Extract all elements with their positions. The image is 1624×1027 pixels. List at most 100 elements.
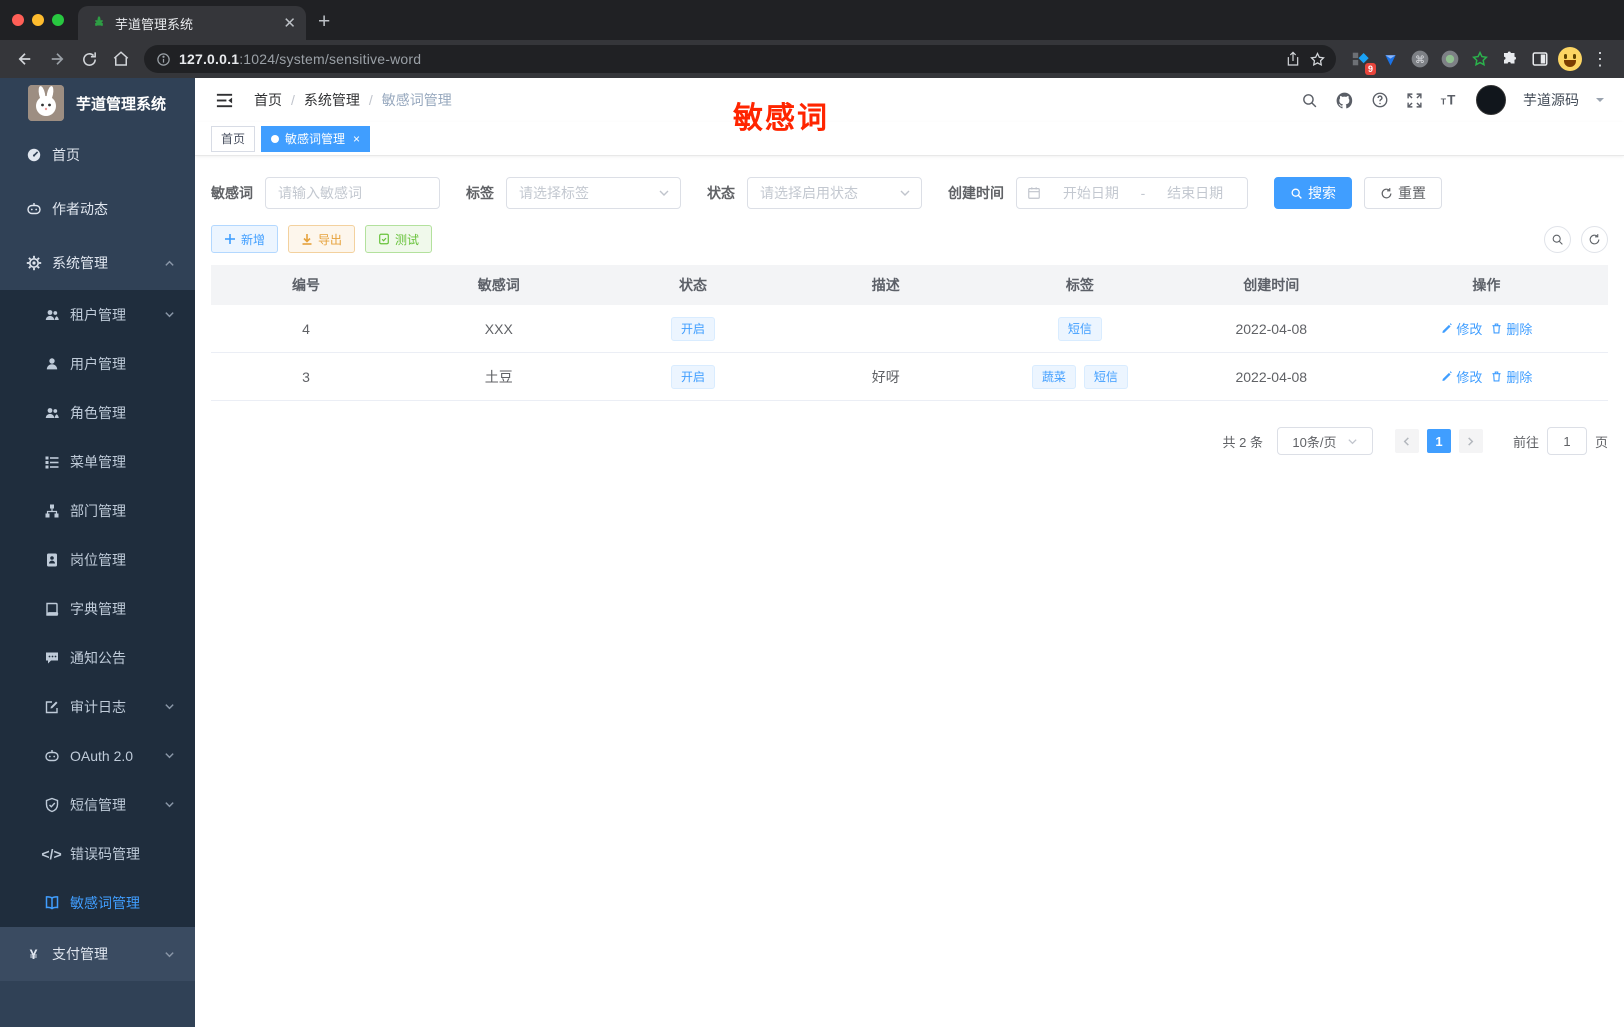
- font-size-icon[interactable]: TT: [1440, 91, 1459, 110]
- sidebar-item-user[interactable]: 用户管理: [0, 339, 195, 388]
- help-icon[interactable]: [1371, 91, 1389, 109]
- extension-command-icon[interactable]: ⌘: [1406, 45, 1434, 73]
- col-header-word: 敏感词: [477, 277, 520, 293]
- reload-icon[interactable]: [74, 44, 104, 74]
- chevron-down-icon: [1347, 436, 1358, 447]
- page-number-button[interactable]: 1: [1426, 429, 1451, 453]
- tag-select[interactable]: 请选择标签: [506, 177, 681, 209]
- add-button[interactable]: 新增: [211, 225, 279, 253]
- window-minimize-button[interactable]: [32, 14, 44, 26]
- sidebar-item-oauth[interactable]: OAuth 2.0: [0, 731, 195, 780]
- browser-tab[interactable]: 芋道管理系统 ✕: [78, 6, 306, 40]
- side-panel-icon[interactable]: [1526, 45, 1554, 73]
- red-annotation-text: 敏感词: [733, 102, 829, 135]
- sidebar-item-sms[interactable]: 短信管理: [0, 780, 195, 829]
- sidebar-item-sensitive-word[interactable]: 敏感词管理: [0, 878, 195, 927]
- sidebar-item-tenant[interactable]: 租户管理: [0, 290, 195, 339]
- breadcrumb-home[interactable]: 首页: [254, 90, 282, 110]
- sidebar-item-system-management[interactable]: 系统管理: [0, 236, 195, 290]
- chevron-up-icon: [164, 258, 175, 269]
- refresh-button[interactable]: [1581, 225, 1608, 253]
- sidebar-item-menu[interactable]: 菜单管理: [0, 437, 195, 486]
- sidebar-item-post[interactable]: 岗位管理: [0, 535, 195, 584]
- forward-icon[interactable]: [42, 44, 72, 74]
- chevron-down-icon: [164, 750, 175, 761]
- col-header-ops: 操作: [1472, 277, 1501, 293]
- show-search-button[interactable]: [1544, 225, 1571, 253]
- extension-gem-icon[interactable]: [1376, 45, 1404, 73]
- delete-link[interactable]: 删除: [1490, 319, 1532, 338]
- extension-grid-icon[interactable]: 9: [1346, 45, 1376, 75]
- sidebar-item-payment[interactable]: ¥ 支付管理: [0, 927, 195, 981]
- chevron-down-icon: [658, 187, 670, 199]
- fullscreen-icon[interactable]: [1406, 92, 1423, 109]
- share-icon[interactable]: [1285, 51, 1301, 67]
- profile-avatar[interactable]: [1556, 45, 1584, 73]
- window-zoom-button[interactable]: [52, 14, 64, 26]
- page-size-select[interactable]: 10条/页: [1276, 427, 1373, 455]
- github-icon[interactable]: [1335, 91, 1354, 110]
- sidebar-item-role[interactable]: 角色管理: [0, 388, 195, 437]
- tag-close-icon[interactable]: ×: [353, 132, 360, 146]
- username[interactable]: 芋道源码: [1523, 90, 1579, 110]
- edit-link[interactable]: 修改: [1440, 319, 1482, 338]
- delete-link[interactable]: 删除: [1490, 367, 1532, 386]
- site-info-icon[interactable]: [156, 52, 171, 67]
- date-start[interactable]: 开始日期: [1049, 183, 1133, 203]
- breadcrumb: 首页 / 系统管理 / 敏感词管理: [254, 90, 452, 110]
- svg-text:T: T: [1447, 92, 1456, 107]
- browser-menu-icon[interactable]: ⋮: [1586, 45, 1614, 73]
- date-range-picker[interactable]: 开始日期 - 结束日期: [1016, 177, 1248, 209]
- reset-button[interactable]: 重置: [1364, 177, 1442, 209]
- extension-badge: 9: [1364, 63, 1376, 75]
- goto-page-input[interactable]: [1546, 427, 1587, 455]
- search-button[interactable]: 搜索: [1274, 177, 1352, 209]
- breadcrumb-current: 敏感词管理: [381, 92, 452, 108]
- next-page-button[interactable]: [1458, 429, 1483, 453]
- export-button[interactable]: 导出: [288, 225, 356, 253]
- emoji-avatar-icon: [1558, 47, 1582, 71]
- cell-tags: 蔬菜 短信: [982, 364, 1178, 389]
- users-icon: [43, 306, 60, 323]
- chevron-down-icon: [164, 799, 175, 810]
- url-bar[interactable]: 127.0.0.1:1024/system/sensitive-word: [144, 45, 1336, 73]
- home-icon[interactable]: [106, 44, 136, 74]
- bookmark-star-icon[interactable]: [1309, 51, 1326, 68]
- sidebar-item-audit-log[interactable]: 审计日志: [0, 682, 195, 731]
- window-close-button[interactable]: [12, 14, 24, 26]
- keyword-input[interactable]: [265, 177, 440, 209]
- extension-record-icon[interactable]: [1436, 45, 1464, 73]
- back-icon[interactable]: [10, 44, 40, 74]
- status-select[interactable]: 请选择启用状态: [747, 177, 922, 209]
- sidebar-item-dict[interactable]: 字典管理: [0, 584, 195, 633]
- header-actions: TT 芋道源码: [1301, 85, 1604, 115]
- breadcrumb-system[interactable]: 系统管理: [304, 90, 360, 110]
- speech-bubble-icon: [43, 649, 60, 666]
- sidebar-item-department[interactable]: 部门管理: [0, 486, 195, 535]
- table-row: 3 土豆 开启 好呀 蔬菜 短信 2022-04-08 修改 删除: [211, 353, 1608, 401]
- date-end[interactable]: 结束日期: [1153, 183, 1237, 203]
- user-menu-caret-icon[interactable]: [1596, 98, 1604, 106]
- search-icon[interactable]: [1301, 92, 1318, 109]
- extension-star-icon[interactable]: [1466, 45, 1494, 73]
- table-row: 4 XXX 开启 短信 2022-04-08 修改 删除: [211, 305, 1608, 353]
- extensions-puzzle-icon[interactable]: [1496, 45, 1524, 73]
- user-avatar[interactable]: [1476, 85, 1506, 115]
- sidebar-item-home[interactable]: 首页: [0, 128, 195, 182]
- view-tag-sensitive-word[interactable]: 敏感词管理 ×: [261, 125, 371, 152]
- app-logo: 芋道管理系统: [0, 78, 195, 128]
- edit-link[interactable]: 修改: [1440, 367, 1482, 386]
- sidebar-item-author-news[interactable]: 作者动态: [0, 182, 195, 236]
- new-tab-button[interactable]: +: [306, 10, 344, 40]
- view-tag-home[interactable]: 首页: [211, 125, 256, 152]
- sidebar-item-error-code[interactable]: </> 错误码管理: [0, 829, 195, 878]
- prev-page-button[interactable]: [1394, 429, 1419, 453]
- cell-ops: 修改 删除: [1365, 319, 1608, 338]
- sidebar-item-notice[interactable]: 通知公告: [0, 633, 195, 682]
- sidebar-fold-icon[interactable]: [215, 91, 234, 110]
- app-title: 芋道管理系统: [76, 95, 167, 113]
- url-text: 127.0.0.1:1024/system/sensitive-word: [179, 51, 422, 67]
- window-controls: [0, 0, 78, 40]
- test-button[interactable]: 测试: [365, 225, 433, 253]
- tab-close-icon[interactable]: ✕: [283, 14, 296, 32]
